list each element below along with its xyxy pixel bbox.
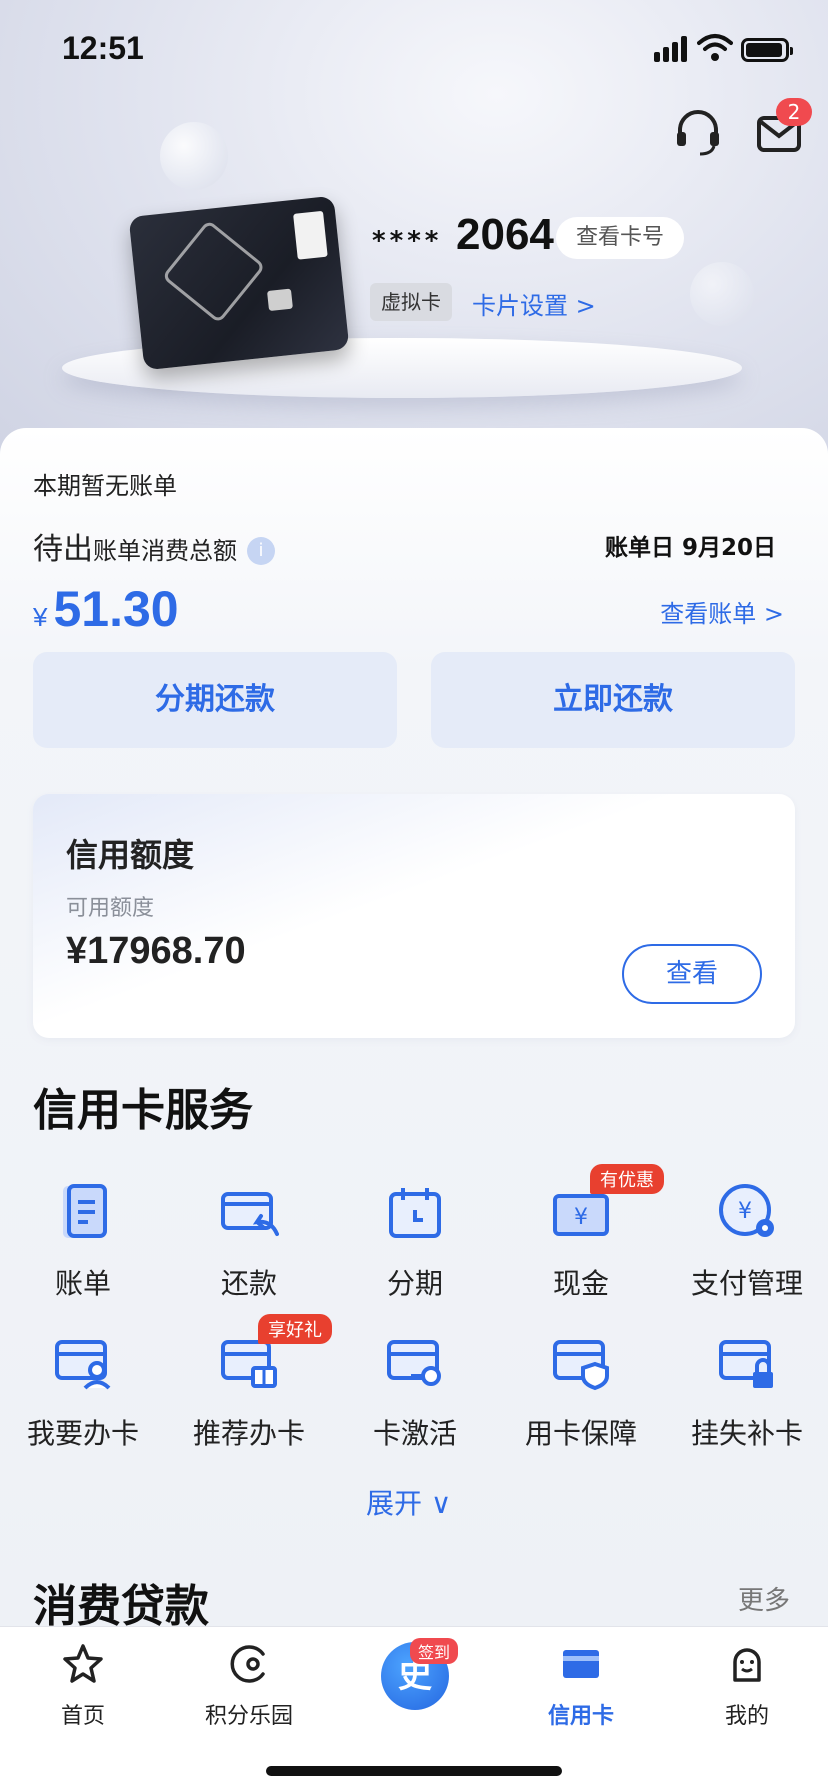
service-label: 还款 bbox=[220, 1267, 277, 1300]
tab-credit-card[interactable]: 信用卡 bbox=[498, 1640, 664, 1730]
view-limit-button[interactable]: 查看 bbox=[622, 944, 762, 1004]
service-label: 分期 bbox=[386, 1267, 443, 1300]
unionpay-logo bbox=[293, 210, 328, 260]
view-bill-link[interactable]: 查看账单 > bbox=[660, 594, 784, 629]
calendar-icon bbox=[389, 1188, 441, 1238]
wifi-icon bbox=[697, 34, 733, 61]
service-recommend-card[interactable]: 享好礼 推荐办卡 bbox=[166, 1314, 332, 1452]
signal-icon bbox=[654, 36, 690, 62]
battery-icon bbox=[741, 38, 793, 62]
payment-settings-icon: ¥ bbox=[719, 1184, 774, 1237]
service-label: 账单 bbox=[54, 1267, 111, 1300]
service-label: 卡激活 bbox=[372, 1417, 457, 1450]
loans-more-link[interactable]: 更多 bbox=[738, 1580, 790, 1617]
card-emblem bbox=[161, 219, 266, 324]
credit-card-icon bbox=[563, 1650, 599, 1678]
amount-value: 51.30 bbox=[53, 581, 179, 637]
no-bill-text: 本期暂无账单 bbox=[33, 472, 177, 500]
card-last4: 2064 bbox=[456, 210, 554, 259]
decor-bubble bbox=[160, 122, 228, 190]
credit-limit-title: 信用额度 bbox=[66, 836, 195, 874]
service-label: 现金 bbox=[552, 1267, 609, 1300]
tab-label: 首页 bbox=[60, 1704, 105, 1729]
card-chip bbox=[267, 288, 293, 312]
service-repay[interactable]: 还款 bbox=[166, 1182, 332, 1302]
service-lost-card[interactable]: 挂失补卡 bbox=[664, 1332, 828, 1452]
customer-service-icon[interactable] bbox=[672, 106, 724, 158]
card-settings-link[interactable]: 卡片设置 > bbox=[472, 286, 596, 321]
services-title: 信用卡服务 bbox=[33, 1085, 253, 1136]
points-icon bbox=[230, 1645, 265, 1683]
status-bar: 12:51 bbox=[0, 0, 828, 100]
service-label: 挂失补卡 bbox=[690, 1417, 803, 1450]
decor-bubble bbox=[690, 262, 754, 326]
tab-profile[interactable]: 我的 bbox=[664, 1640, 828, 1730]
svg-text:¥: ¥ bbox=[738, 1199, 752, 1224]
svg-text:¥: ¥ bbox=[574, 1205, 588, 1230]
service-cash[interactable]: ¥ 有优惠 现金 bbox=[498, 1164, 664, 1302]
repay-icon bbox=[221, 1192, 279, 1236]
card-image[interactable] bbox=[128, 195, 350, 371]
service-installment[interactable]: 分期 bbox=[332, 1182, 498, 1302]
activate-card-icon bbox=[387, 1340, 441, 1386]
repay-now-button[interactable]: 立即还款 bbox=[431, 652, 795, 748]
installment-repay-button[interactable]: 分期还款 bbox=[33, 652, 397, 748]
info-icon[interactable]: i bbox=[247, 537, 275, 565]
currency-symbol: ¥ bbox=[33, 602, 48, 632]
available-limit-label: 可用额度 bbox=[66, 896, 155, 921]
expand-button[interactable]: 展开 ∨ bbox=[366, 1482, 451, 1522]
tab-points[interactable]: 积分乐园 bbox=[166, 1640, 332, 1730]
pending-suffix: 账单消费总额 bbox=[93, 537, 237, 565]
service-label: 支付管理 bbox=[690, 1267, 803, 1300]
profile-icon bbox=[733, 1648, 761, 1682]
pending-prefix: 待出 bbox=[33, 532, 93, 567]
service-card-protection[interactable]: 用卡保障 bbox=[498, 1332, 664, 1452]
service-bill[interactable]: 账单 bbox=[0, 1182, 166, 1302]
view-card-number-button[interactable]: 查看卡号 bbox=[556, 217, 684, 259]
service-payment-management[interactable]: ¥ 支付管理 bbox=[664, 1182, 828, 1302]
service-label: 用卡保障 bbox=[524, 1417, 637, 1450]
bill-icon bbox=[63, 1184, 107, 1238]
home-indicator bbox=[266, 1766, 562, 1776]
service-label: 推荐办卡 bbox=[192, 1417, 305, 1450]
loans-title: 消费贷款 bbox=[33, 1581, 209, 1632]
available-limit-value: ¥17968.70 bbox=[66, 930, 246, 972]
pending-bill-label: 待出账单消费总额 i bbox=[33, 524, 275, 568]
tab-label: 我的 bbox=[724, 1704, 769, 1729]
tab-label: 积分乐园 bbox=[204, 1704, 293, 1729]
tab-label: 信用卡 bbox=[547, 1704, 614, 1729]
service-activate-card[interactable]: 卡激活 bbox=[332, 1332, 498, 1452]
promo-badge: 享好礼 bbox=[258, 1314, 332, 1344]
pending-amount: ¥51.30 bbox=[33, 580, 179, 638]
promo-badge: 有优惠 bbox=[590, 1164, 664, 1194]
card-masked: **** bbox=[372, 226, 443, 256]
card-protection-icon bbox=[553, 1340, 609, 1391]
apply-card-icon bbox=[55, 1340, 111, 1390]
bill-day: 账单日 9月20日 bbox=[604, 535, 776, 561]
mail-badge: 2 bbox=[776, 98, 812, 126]
lost-card-icon bbox=[719, 1340, 773, 1388]
virtual-card-tag: 虚拟卡 bbox=[370, 283, 452, 321]
status-time: 12:51 bbox=[62, 30, 144, 66]
checkin-badge: 签到 bbox=[410, 1638, 459, 1664]
star-icon bbox=[63, 1644, 103, 1683]
tab-home[interactable]: 首页 bbox=[0, 1640, 166, 1730]
service-label: 我要办卡 bbox=[26, 1417, 139, 1450]
service-apply-card[interactable]: 我要办卡 bbox=[0, 1332, 166, 1452]
